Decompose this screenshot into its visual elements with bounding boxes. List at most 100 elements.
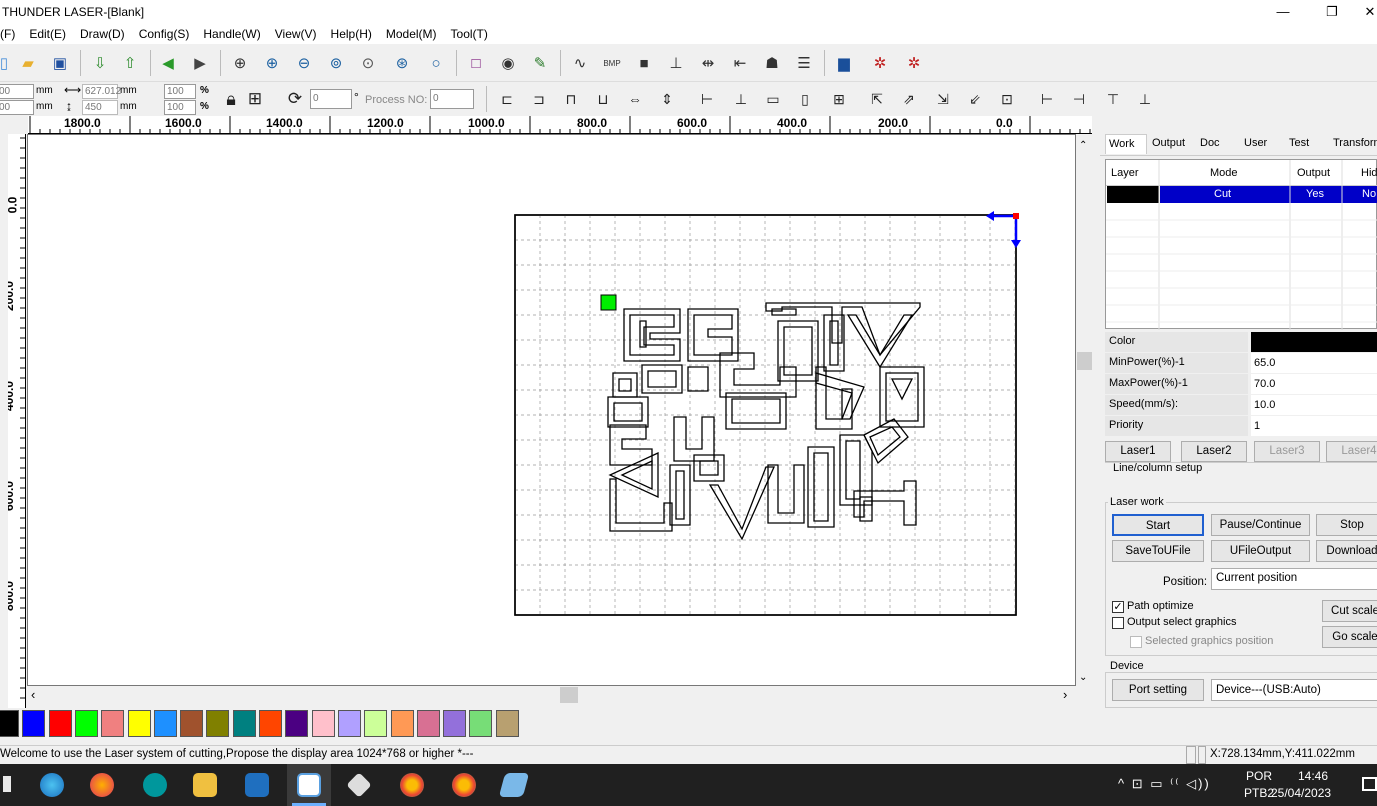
color-swatch[interactable] [22, 710, 46, 737]
menu-draw[interactable]: Draw(D) [80, 24, 125, 41]
zoom-fit-icon[interactable]: ⊚ [324, 51, 348, 75]
process-field[interactable]: 0 [430, 89, 474, 109]
go-scale-button[interactable]: Go scale [1322, 626, 1377, 648]
same-width-icon[interactable]: ⊢ [696, 88, 718, 110]
scale-y-field[interactable]: 100 [164, 100, 196, 115]
vertical-scrollbar[interactable]: ⌃ ⌄ [1076, 134, 1093, 687]
color-swatch[interactable] [443, 710, 467, 737]
array-icon[interactable]: ✲ [868, 51, 892, 75]
scroll-thumb[interactable] [560, 687, 578, 703]
menu-model[interactable]: Model(M) [386, 24, 437, 41]
position-select[interactable]: Current position [1211, 568, 1377, 590]
tab-output[interactable]: Output [1152, 134, 1194, 154]
align-bottom-icon[interactable]: ⊔ [592, 88, 614, 110]
laser4-tab[interactable]: Laser4 [1326, 441, 1377, 462]
align-right-icon[interactable]: ⊐ [528, 88, 550, 110]
color-swatch[interactable] [469, 710, 493, 737]
prop-maxpower[interactable]: MaxPower(%)-1 70.0 [1105, 374, 1377, 395]
color-swatch[interactable] [153, 710, 177, 737]
scroll-right-icon[interactable]: › [1063, 687, 1067, 702]
keyboard-layout[interactable]: PTB2 [1244, 786, 1274, 800]
new-file-icon[interactable]: ▯ [0, 51, 16, 75]
bottom-left-icon[interactable]: ⇙ [964, 88, 986, 110]
scroll-down-icon[interactable]: ⌄ [1079, 672, 1087, 683]
system-tray[interactable]: ^ ⊡ ▭ ⁽⁽ ◁)) [1118, 776, 1211, 792]
download-button[interactable]: Download [1316, 540, 1377, 562]
align-top-icon[interactable]: ⊓ [560, 88, 582, 110]
output-select-checkbox[interactable] [1112, 617, 1124, 629]
chrome-icon[interactable] [400, 773, 424, 797]
curve-icon[interactable]: ∿ [568, 51, 592, 75]
menu-tool[interactable]: Tool(T) [451, 24, 488, 41]
notepad-icon[interactable] [498, 773, 530, 797]
scale-x-field[interactable]: 100 [164, 84, 196, 99]
top-right-icon[interactable]: ⇗ [898, 88, 920, 110]
minimize-button[interactable]: — [1268, 2, 1298, 22]
laser3-tab[interactable]: Laser3 [1254, 441, 1320, 462]
tab-test[interactable]: Test [1289, 134, 1319, 154]
horizontal-scrollbar[interactable]: ‹ › [27, 686, 1076, 704]
arduino-icon[interactable] [143, 773, 167, 797]
line-setup-label[interactable]: Line/column setup [1113, 463, 1202, 474]
y-field[interactable]: 00 [0, 100, 34, 115]
menu-help[interactable]: Help(H) [331, 24, 372, 41]
color-swatch[interactable] [48, 710, 72, 737]
color-swatch[interactable] [416, 710, 440, 737]
list-icon[interactable]: ☰ [792, 51, 816, 75]
file-explorer-icon[interactable] [193, 773, 217, 797]
zoom-in-icon[interactable]: ⊕ [228, 51, 252, 75]
color-swatch[interactable] [232, 710, 256, 737]
scroll-thumb[interactable] [1077, 352, 1092, 370]
selected-pos-checkbox[interactable] [1130, 636, 1142, 648]
color-swatch[interactable] [259, 710, 282, 737]
pause-continue-button[interactable]: Pause/Continue [1211, 514, 1310, 536]
ufile-output-button[interactable]: UFileOutput [1211, 540, 1310, 562]
path-optimize-checkbox[interactable]: ✓ [1112, 601, 1124, 613]
node-edit-icon[interactable]: ◉ [496, 51, 520, 75]
close-button[interactable]: ✕ [1355, 2, 1377, 22]
save-icon[interactable]: ▣ [48, 51, 72, 75]
laser2-tab[interactable]: Laser2 [1181, 441, 1247, 462]
x-field[interactable]: 00 [0, 84, 34, 99]
bmp-icon[interactable]: BMP [600, 51, 624, 75]
color-swatch[interactable] [206, 710, 230, 737]
bottom-edge-icon[interactable]: ⊥ [1134, 88, 1156, 110]
monitor-icon[interactable]: ▆ [832, 51, 856, 75]
color-swatch[interactable] [74, 710, 98, 737]
import-icon[interactable]: ⇩ [88, 51, 112, 75]
align-hcenter-icon[interactable]: ⇔ [624, 88, 646, 110]
align-left-icon[interactable]: ⊏ [496, 88, 518, 110]
color-swatch[interactable] [180, 710, 204, 737]
restore-button[interactable]: ❐ [1317, 2, 1347, 22]
color-swatch[interactable] [285, 710, 309, 737]
distribute-icon[interactable]: ⇹ [696, 51, 720, 75]
export-icon[interactable]: ⇧ [118, 51, 142, 75]
notification-icon[interactable] [1362, 777, 1377, 791]
top-left-icon[interactable]: ⇱ [866, 88, 888, 110]
vspace-icon[interactable]: ▯ [794, 88, 816, 110]
align-icon[interactable]: ⇤ [728, 51, 752, 75]
zoom-all-icon[interactable]: ○ [424, 51, 448, 75]
clock-date[interactable]: 25/04/2023 [1271, 786, 1331, 800]
undo-icon[interactable]: ◀ [156, 51, 180, 75]
prop-minpower[interactable]: MinPower(%)-1 65.0 [1105, 353, 1377, 374]
height-field[interactable]: 450 [82, 100, 118, 115]
color-swatch[interactable] [101, 710, 125, 737]
right-edge-icon[interactable]: ⊣ [1068, 88, 1090, 110]
page-center-icon[interactable]: ⊡ [996, 88, 1018, 110]
menu-view[interactable]: View(V) [275, 24, 317, 41]
bottom-right-icon[interactable]: ⇲ [932, 88, 954, 110]
stop-button[interactable]: Stop [1316, 514, 1377, 536]
tree-icon[interactable]: ⊥ [664, 51, 688, 75]
tab-work[interactable]: Work [1105, 134, 1147, 154]
same-height-icon[interactable]: ⊥ [730, 88, 752, 110]
menu-handle[interactable]: Handle(W) [203, 24, 260, 41]
laser-head-icon[interactable]: ☗ [760, 51, 784, 75]
color-swatch[interactable] [495, 710, 519, 737]
clock-time[interactable]: 14:46 [1298, 769, 1328, 783]
angle-field[interactable]: 0 [310, 89, 352, 109]
drawing-canvas[interactable] [27, 134, 1076, 686]
cut-scale-button[interactable]: Cut scale [1322, 600, 1377, 622]
save-to-ufile-button[interactable]: SaveToUFile [1112, 540, 1204, 562]
grid-ratio-icon[interactable]: ⊞ [244, 88, 266, 110]
